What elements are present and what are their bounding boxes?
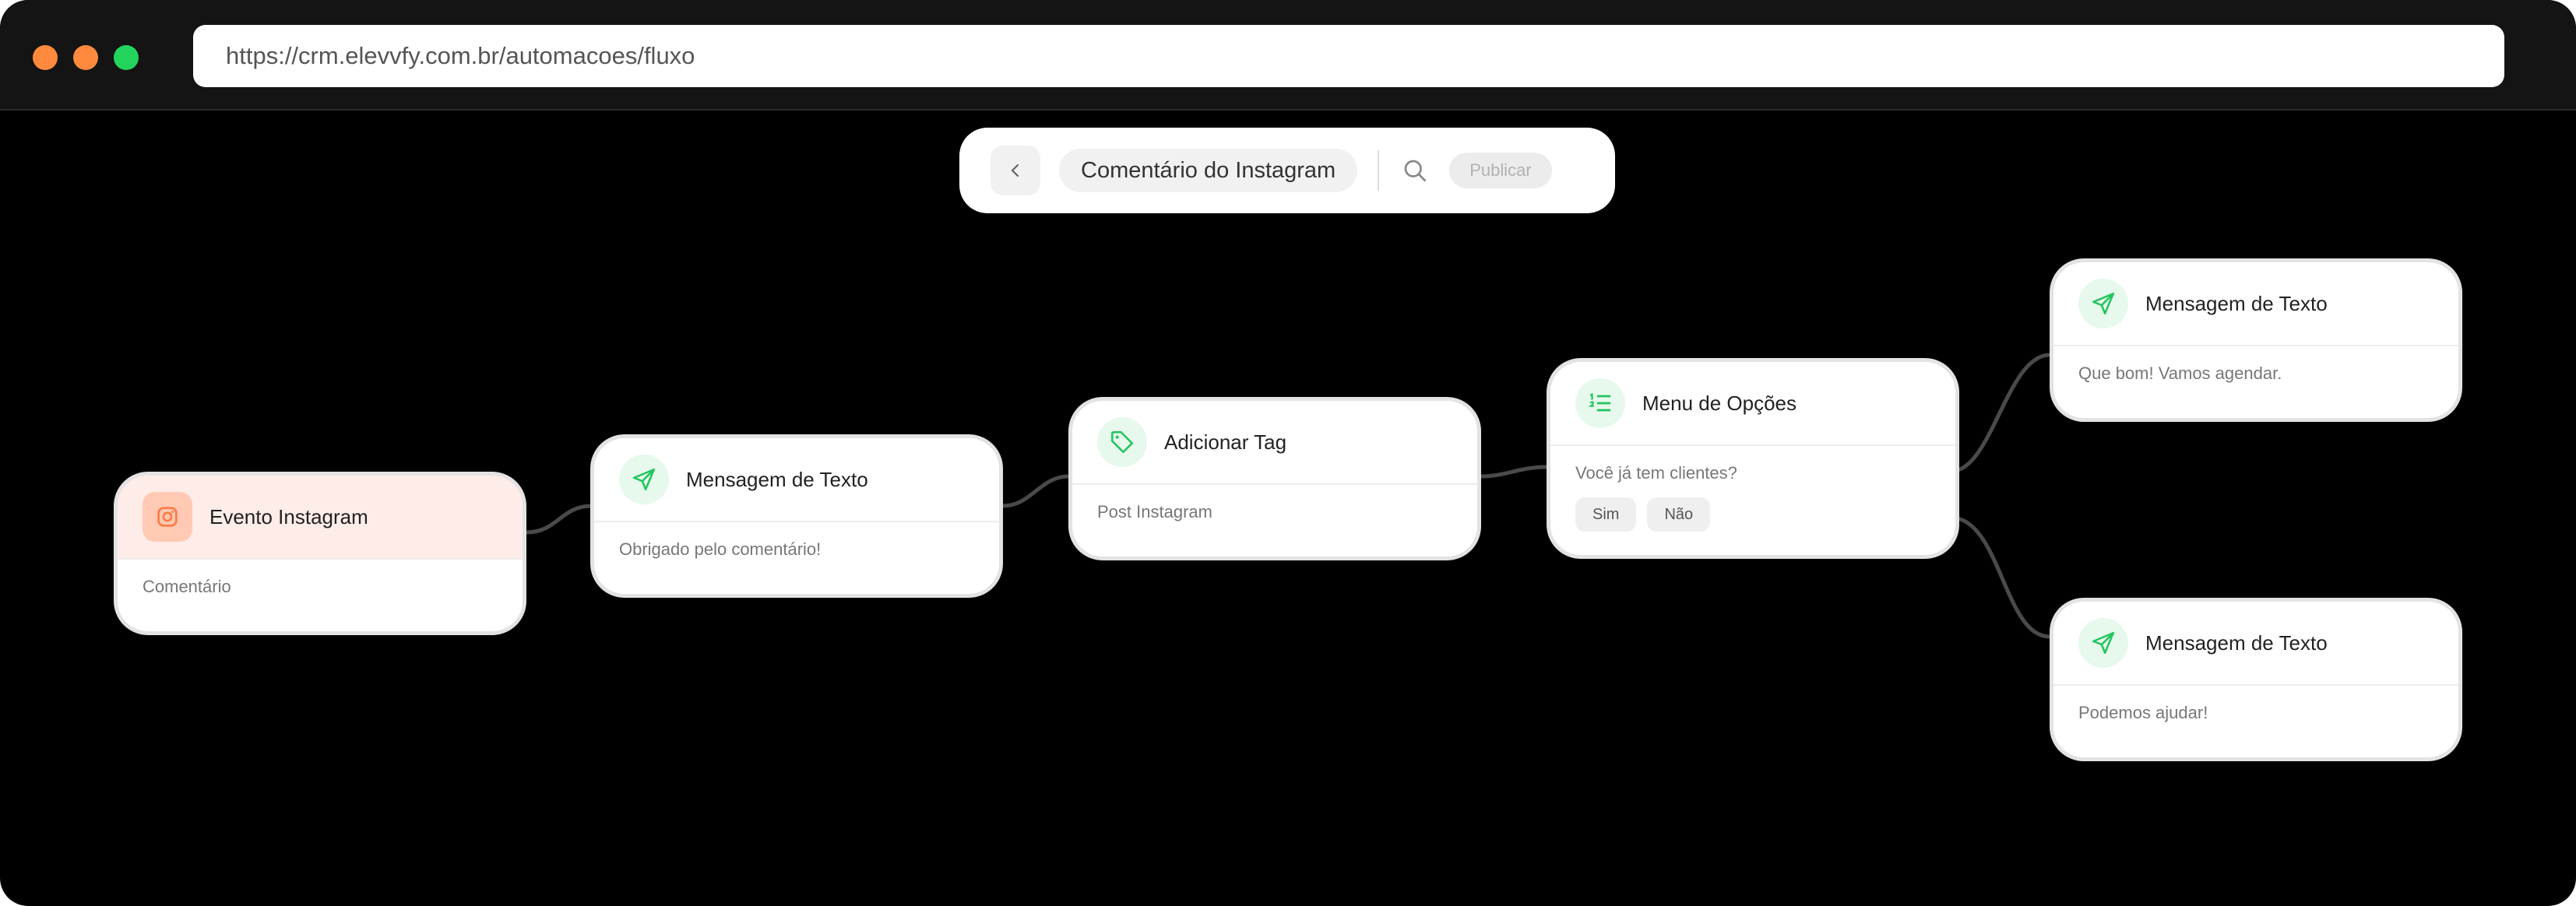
send-icon-badge — [2078, 618, 2128, 668]
search-icon — [1404, 160, 1427, 182]
edge-menu-to-yes — [1957, 353, 2050, 472]
browser-window: https://crm.elevvfy.com.br/automacoes/fl… — [0, 0, 2576, 906]
node-options-menu[interactable]: Menu de Opções Você já tem clientes? Sim… — [1547, 358, 1959, 559]
send-icon — [2092, 292, 2115, 315]
node-header: Mensagem de Texto — [594, 438, 999, 522]
node-add-tag[interactable]: Adicionar Tag Post Instagram — [1068, 397, 1481, 560]
instagram-icon — [157, 507, 178, 527]
node-instagram-event[interactable]: Evento Instagram Comentário — [114, 472, 526, 635]
menu-question: Você já tem clientes? — [1575, 463, 1737, 483]
list-icon-badge — [1575, 378, 1625, 428]
node-body: Podemos ajudar! — [2078, 703, 2208, 722]
send-icon — [2092, 631, 2115, 655]
toolbar-divider — [1378, 150, 1380, 191]
node-body: Comentário — [143, 577, 231, 596]
node-title: Evento Instagram — [209, 504, 368, 528]
node-body: Post Instagram — [1097, 502, 1212, 521]
node-title: Adicionar Tag — [1164, 430, 1287, 454]
back-button[interactable] — [991, 146, 1040, 195]
tag-icon — [1110, 430, 1134, 454]
node-body: Que bom! Vamos agendar. — [2078, 363, 2282, 383]
node-body: Você já tem clientes? Sim Não — [1550, 446, 1955, 555]
node-header: Mensagem de Texto — [2053, 602, 2458, 686]
option-chip-nao[interactable]: Não — [1647, 497, 1711, 532]
node-body: Obrigado pelo comentário! — [619, 539, 822, 559]
edge-menu-to-no — [1957, 516, 2050, 639]
node-title: Mensagem de Texto — [2145, 291, 2328, 315]
node-text-message-no[interactable]: Mensagem de Texto Podemos ajudar! — [2050, 598, 2462, 761]
edge-tag-to-menu — [1480, 465, 1547, 479]
tag-icon-badge — [1097, 417, 1147, 467]
node-header: Menu de Opções — [1550, 362, 1955, 446]
flow-title[interactable]: Comentário do Instagram — [1059, 149, 1358, 192]
list-ordered-icon — [1588, 392, 1611, 412]
node-title: Mensagem de Texto — [2145, 630, 2328, 655]
node-text-message[interactable]: Mensagem de Texto Obrigado pelo comentár… — [590, 434, 1003, 598]
option-chip-sim[interactable]: Sim — [1575, 497, 1637, 532]
node-text-message-yes[interactable]: Mensagem de Texto Que bom! Vamos agendar… — [2050, 258, 2462, 422]
send-icon-badge — [619, 455, 669, 504]
send-icon-badge — [2078, 279, 2128, 328]
node-title: Menu de Opções — [1642, 391, 1797, 415]
flow-toolbar: Comentário do Instagram Publicar — [959, 128, 1615, 213]
send-icon — [632, 468, 656, 491]
instagram-icon-badge — [143, 492, 192, 542]
node-header: Mensagem de Texto — [2053, 262, 2458, 346]
node-header: Adicionar Tag — [1072, 401, 1477, 485]
search-button[interactable] — [1396, 152, 1434, 189]
edge-trigger-to-message — [526, 504, 593, 535]
node-title: Mensagem de Texto — [686, 467, 868, 491]
node-header: Evento Instagram — [118, 476, 523, 560]
publish-button[interactable]: Publicar — [1449, 153, 1552, 188]
edge-message-to-tag — [1002, 474, 1069, 508]
chevron-left-icon — [1011, 163, 1019, 177]
menu-options: Sim Não — [1575, 497, 1930, 532]
